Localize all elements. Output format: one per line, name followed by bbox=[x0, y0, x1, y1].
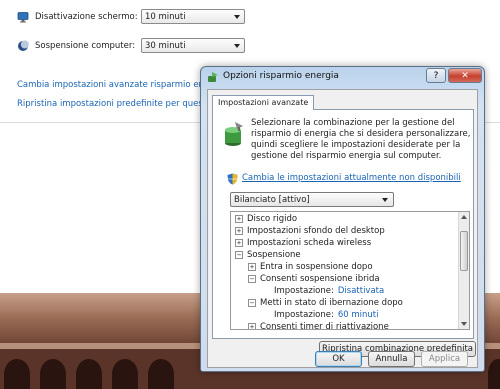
close-button[interactable]: ✕ bbox=[448, 68, 482, 83]
tab-advanced-settings[interactable]: Impostazioni avanzate bbox=[212, 95, 315, 110]
ok-button[interactable]: OK bbox=[315, 351, 362, 367]
display-off-row: Disattivazione schermo: 10 minuti bbox=[17, 9, 245, 24]
tree-item-desktop-background[interactable]: + Impostazioni sfondo del desktop bbox=[235, 225, 385, 237]
tree-item-hybrid-sleep-setting[interactable]: Impostazione: Disattivata bbox=[274, 285, 384, 297]
battery-plug-icon bbox=[225, 122, 243, 146]
collapse-icon[interactable]: − bbox=[248, 299, 256, 307]
tree-item-label: Sospensione bbox=[247, 250, 301, 260]
scroll-thumb[interactable] bbox=[460, 231, 468, 271]
sleep-select[interactable]: 30 minuti bbox=[141, 38, 245, 53]
setting-value[interactable]: 60 minuti bbox=[338, 310, 379, 320]
sleep-row: Sospensione computer: 30 minuti bbox=[17, 38, 245, 53]
expand-icon[interactable]: + bbox=[248, 263, 256, 271]
expand-icon[interactable]: + bbox=[235, 227, 243, 235]
tree-item-hibernate-after[interactable]: − Metti in stato di ibernazione dopo bbox=[248, 297, 403, 309]
tree-item-label: Disco rigido bbox=[247, 214, 298, 224]
power-plan-select[interactable]: Bilanciato [attivo] bbox=[230, 192, 394, 207]
tree-item-sleep-after[interactable]: + Entra in sospensione dopo bbox=[248, 261, 373, 273]
moon-icon bbox=[18, 40, 29, 51]
close-icon: ✕ bbox=[461, 70, 469, 81]
tree-item-hard-disk[interactable]: + Disco rigido bbox=[235, 213, 297, 225]
display-off-value: 10 minuti bbox=[145, 11, 186, 22]
tree-item-wireless-adapter[interactable]: + Impostazioni scheda wireless bbox=[235, 237, 371, 249]
setting-label: Impostazione: bbox=[274, 286, 334, 296]
expand-icon[interactable]: + bbox=[248, 323, 256, 329]
tree-item-hibernate-setting[interactable]: Impostazione: 60 minuti bbox=[274, 309, 379, 321]
collapse-icon[interactable]: − bbox=[235, 251, 243, 259]
tree-item-wake-timers[interactable]: + Consenti timer di riattivazione bbox=[248, 321, 389, 330]
description-text: Selezionare la combinazione per la gesti… bbox=[251, 118, 471, 161]
sleep-value: 30 minuti bbox=[145, 40, 186, 51]
chevron-down-icon bbox=[234, 44, 240, 48]
tree-item-label: Entra in sospensione dopo bbox=[260, 262, 373, 272]
tree-scrollbar[interactable] bbox=[458, 212, 469, 329]
change-unavailable-settings-link[interactable]: Cambia le impostazioni attualmente non d… bbox=[242, 173, 461, 183]
tree-item-label: Impostazioni sfondo del desktop bbox=[247, 226, 385, 236]
help-icon: ? bbox=[433, 70, 439, 81]
display-off-label: Disattivazione schermo: bbox=[35, 11, 138, 22]
tree-item-label: Impostazioni scheda wireless bbox=[247, 238, 372, 248]
expand-icon[interactable]: + bbox=[235, 239, 243, 247]
apply-button[interactable]: Applica bbox=[421, 351, 468, 367]
collapse-icon[interactable]: − bbox=[248, 275, 256, 283]
setting-label: Impostazione: bbox=[274, 310, 334, 320]
cancel-button[interactable]: Annulla bbox=[368, 351, 415, 367]
tree-item-label: Metti in stato di ibernazione dopo bbox=[260, 298, 403, 308]
sleep-label: Sospensione computer: bbox=[35, 40, 136, 51]
monitor-icon bbox=[17, 11, 29, 22]
power-plan-value: Bilanciato [attivo] bbox=[234, 194, 310, 205]
scroll-up-icon[interactable] bbox=[461, 215, 467, 219]
title-bar[interactable]: Opzioni risparmio energia ? ✕ bbox=[201, 67, 484, 87]
settings-tree[interactable]: + Disco rigido + Impostazioni sfondo del… bbox=[230, 211, 470, 330]
tree-item-hybrid-sleep[interactable]: − Consenti sospensione ibrida bbox=[248, 273, 380, 285]
chevron-down-icon bbox=[382, 198, 388, 202]
help-button[interactable]: ? bbox=[426, 68, 446, 83]
chevron-down-icon bbox=[234, 15, 240, 19]
expand-icon[interactable]: + bbox=[235, 215, 243, 223]
display-off-select[interactable]: 10 minuti bbox=[141, 9, 245, 24]
scroll-down-icon[interactable] bbox=[461, 322, 467, 326]
power-options-dialog: Opzioni risparmio energia ? ✕ Impostazio… bbox=[200, 66, 485, 372]
dialog-title: Opzioni risparmio energia bbox=[223, 71, 339, 81]
uac-shield-icon bbox=[227, 173, 238, 185]
advanced-settings-link[interactable]: Cambia impostazioni avanzate risparmio e… bbox=[17, 80, 225, 90]
tree-item-label: Consenti timer di riattivazione bbox=[260, 322, 389, 330]
tree-item-label: Consenti sospensione ibrida bbox=[260, 274, 380, 284]
power-options-icon bbox=[208, 72, 218, 82]
tab-panel: Selezionare la combinazione per la gesti… bbox=[212, 109, 476, 357]
setting-value[interactable]: Disattivata bbox=[338, 286, 384, 296]
tree-item-sleep[interactable]: − Sospensione bbox=[235, 249, 301, 261]
dialog-body: Impostazioni avanzate Selezionare la com… bbox=[207, 89, 478, 368]
